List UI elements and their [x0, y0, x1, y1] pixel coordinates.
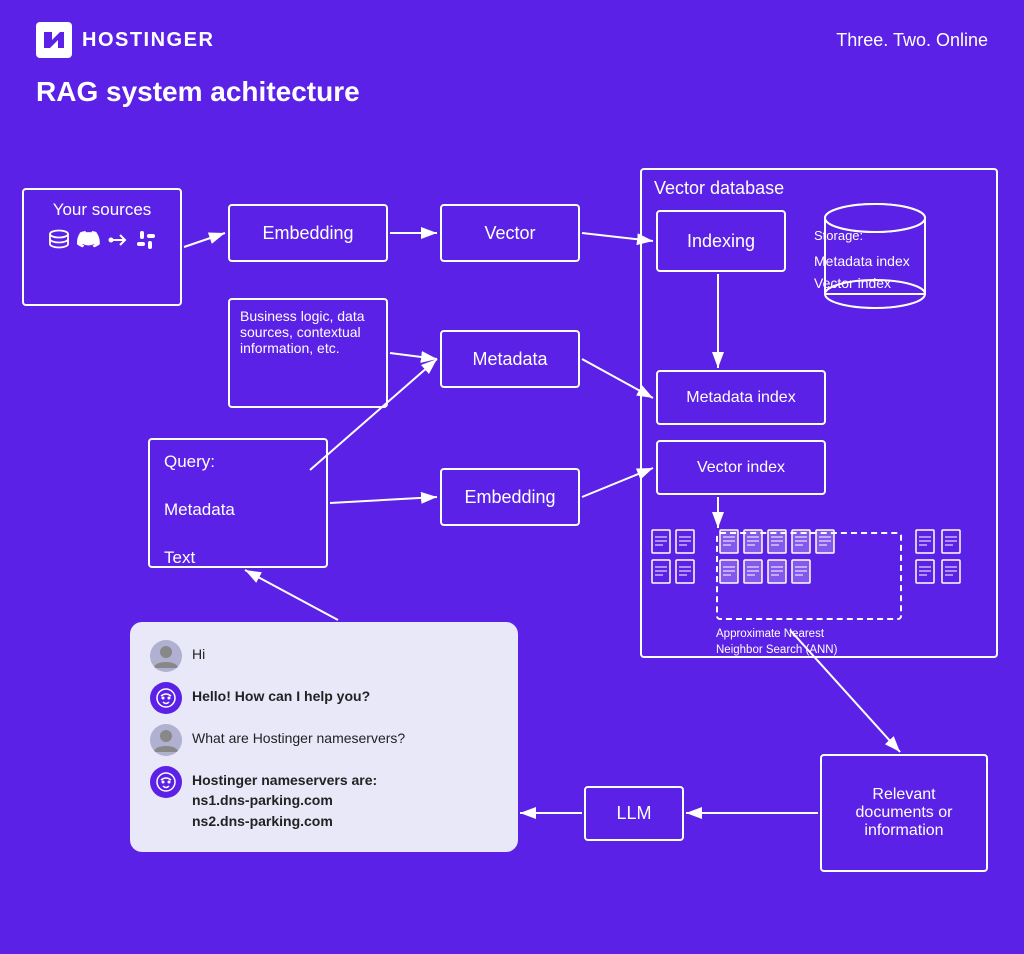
- chat-message-4: Hostinger nameservers are: ns1.dns-parki…: [150, 766, 498, 831]
- chat-message-3: What are Hostinger nameservers?: [150, 724, 498, 756]
- business-box: Business logic, data sources, contextual…: [228, 298, 388, 408]
- tagline: Three. Two. Online: [836, 30, 988, 51]
- sources-icons: [47, 228, 157, 252]
- sources-label: Your sources: [36, 200, 168, 220]
- vector-box: Vector: [440, 204, 580, 262]
- chat-message-2: Hello! How can I help you?: [150, 682, 498, 714]
- user-avatar-1: [150, 640, 182, 672]
- bot-avatar-2: [150, 766, 182, 798]
- bot-avatar-1: [150, 682, 182, 714]
- header: HOSTINGER Three. Two. Online: [0, 0, 1024, 68]
- slack-icon: [135, 229, 157, 251]
- ann-label: Approximate NearestNeighbor Search (ANN): [716, 626, 837, 658]
- storage-label: Storage:: [814, 228, 863, 243]
- user-icon: [152, 642, 180, 670]
- user-icon-2: [152, 726, 180, 754]
- chat-box: Hi Hello! How can I help you?: [130, 622, 518, 852]
- hostinger-logo-icon: [36, 22, 72, 58]
- ann-dashed-box: [716, 532, 902, 620]
- vector-index-box: Vector index: [656, 440, 826, 495]
- doc-icons-area: Approximate NearestNeighbor Search (ANN): [648, 528, 988, 628]
- storage-items: Metadata index Vector index: [814, 250, 910, 295]
- vector-db-label: Vector database: [654, 178, 784, 199]
- bot-icon-2: [155, 771, 177, 793]
- embedding-top-box: Embedding: [228, 204, 388, 262]
- metadata-index-box: Metadata index: [656, 370, 826, 425]
- storage-cylinder: Storage: Metadata index Vector index: [810, 200, 940, 320]
- logo-text: HOSTINGER: [82, 29, 214, 52]
- chat-message-1: Hi: [150, 640, 498, 672]
- user-avatar-2: [150, 724, 182, 756]
- chat-text-3: What are Hostinger nameservers?: [192, 724, 405, 748]
- relevant-box: Relevant documents or information: [820, 754, 988, 872]
- chat-text-1: Hi: [192, 640, 205, 664]
- chat-text-4: Hostinger nameservers are: ns1.dns-parki…: [192, 766, 377, 831]
- chat-text-2: Hello! How can I help you?: [192, 682, 370, 706]
- query-box: Query: Metadata Text: [148, 438, 328, 568]
- diagram-area: Vector database Your sources: [0, 110, 1024, 954]
- sources-box: Your sources: [22, 188, 182, 306]
- db-icon: [47, 228, 71, 252]
- tool-icon: [107, 229, 129, 251]
- logo: HOSTINGER: [36, 22, 214, 58]
- indexing-box: Indexing: [656, 210, 786, 272]
- page-title: RAG system achitecture: [0, 68, 1024, 108]
- bot-icon-1: [155, 687, 177, 709]
- embedding-bottom-box: Embedding: [440, 468, 580, 526]
- llm-box: LLM: [584, 786, 684, 841]
- metadata-top-box: Metadata: [440, 330, 580, 388]
- discord-icon: [77, 228, 101, 252]
